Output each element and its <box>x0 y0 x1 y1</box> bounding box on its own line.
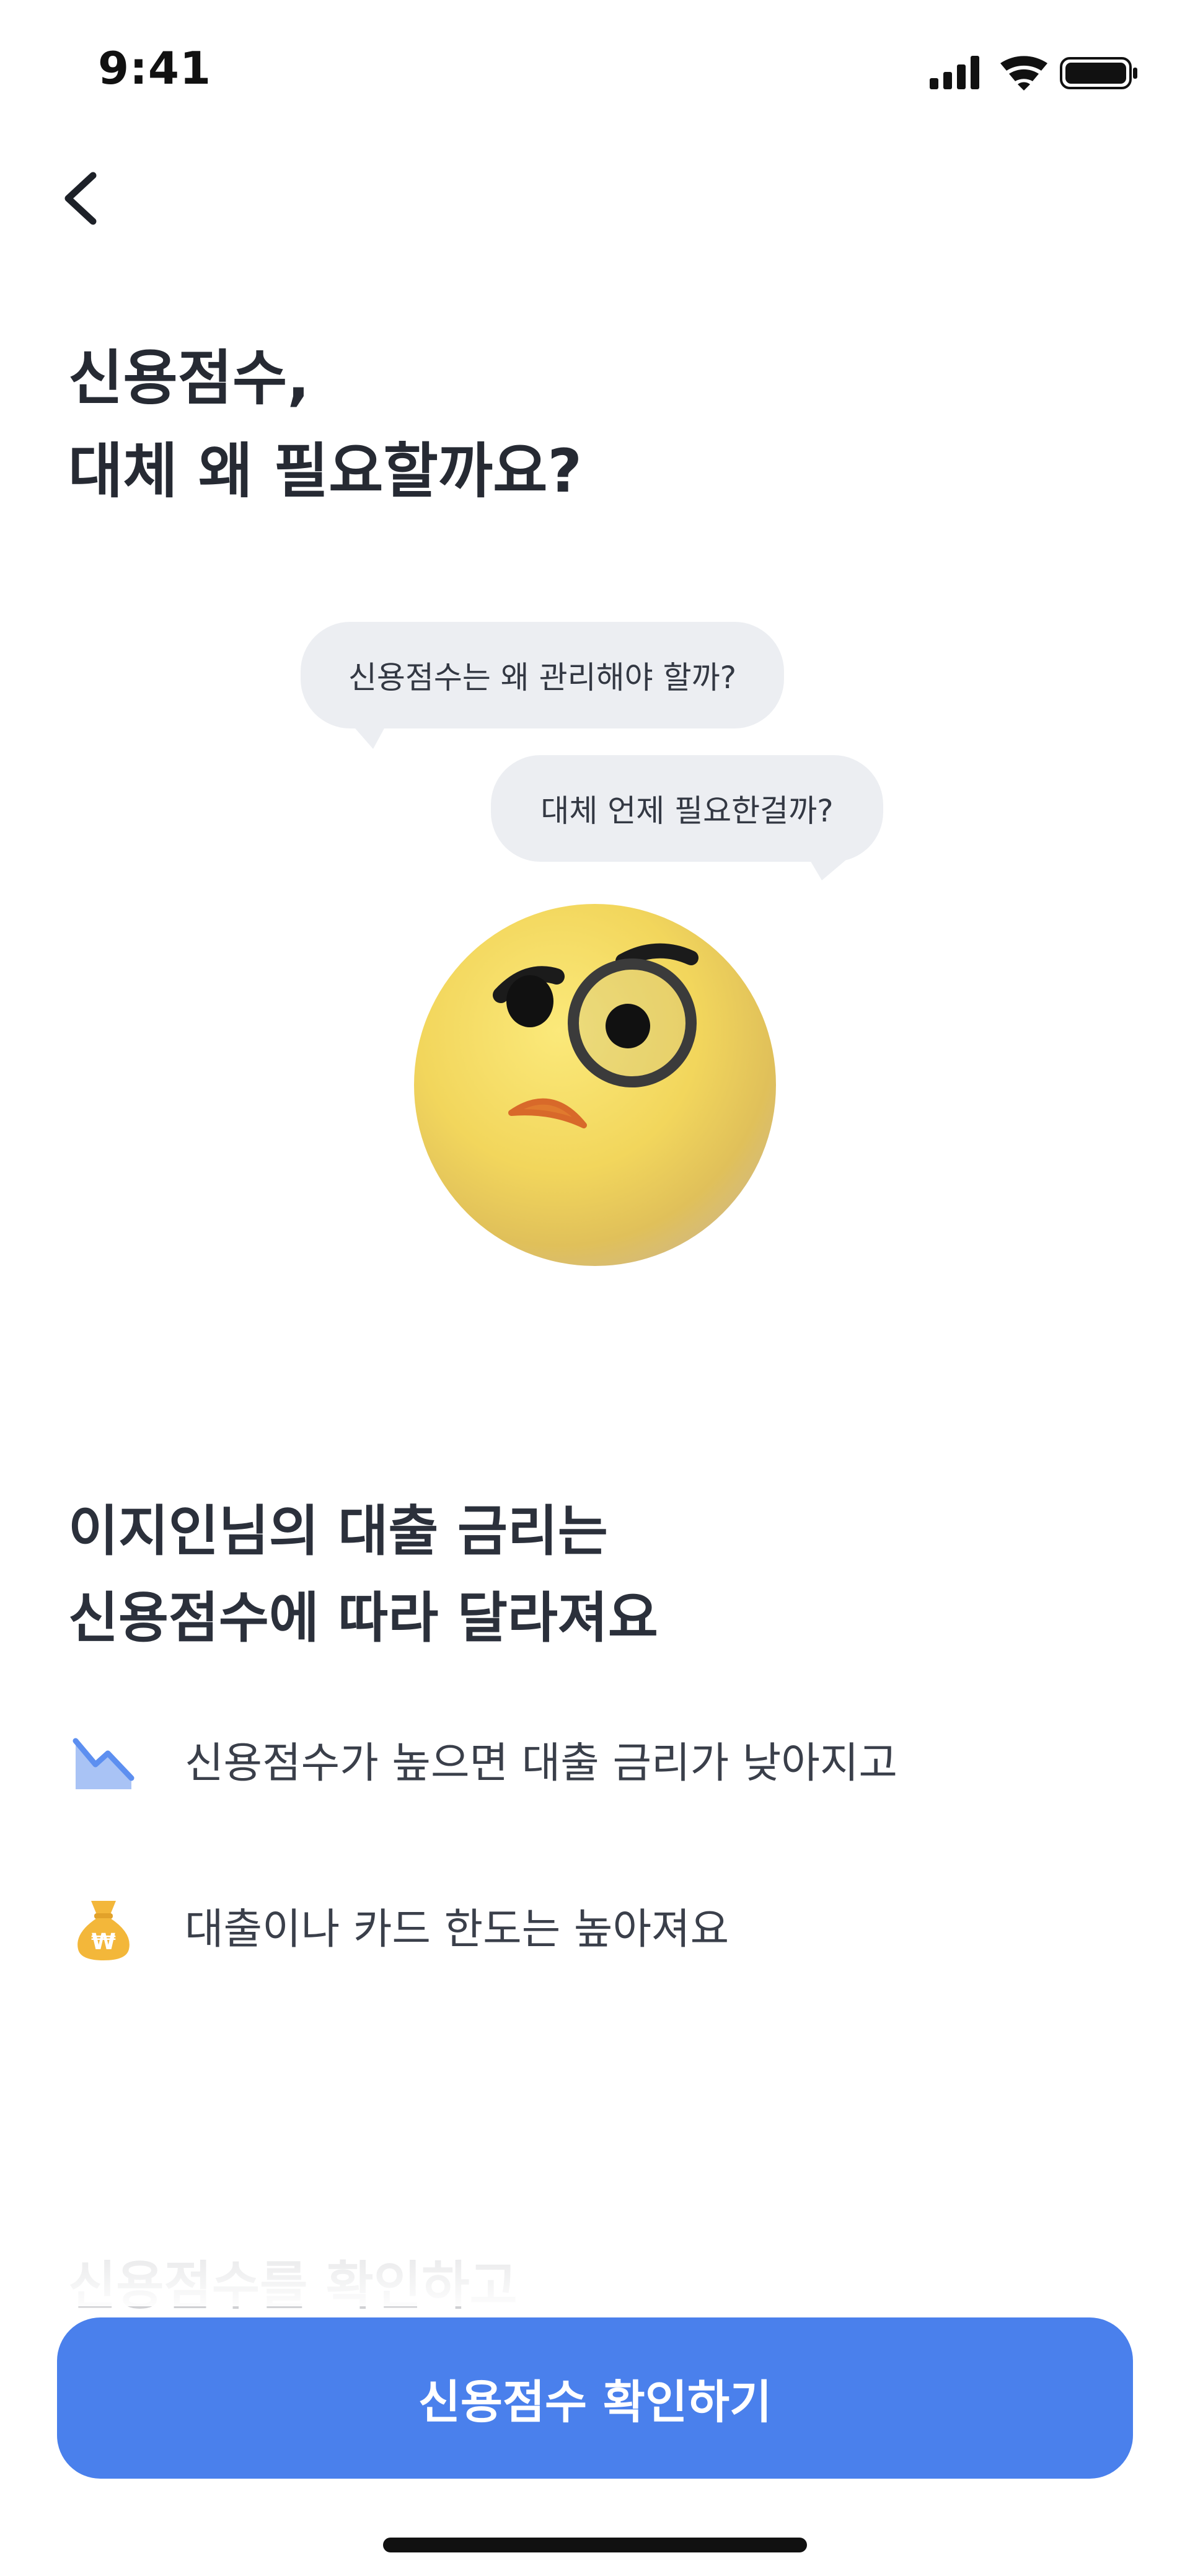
feature-text-2: 대출이나 카드 한도는 높아져요 <box>185 1905 729 1954</box>
section-title: 이지인님의 대출 금리는 신용점수에 따라 달라져요 <box>68 1488 1122 1662</box>
speech-bubble-2: 대체 언제 필요한걸까? <box>491 755 883 862</box>
chart-down-icon <box>69 1728 138 1797</box>
section-title-line-2: 신용점수에 따라 달라져요 <box>68 1586 658 1650</box>
page-title-line-1: 신용점수, <box>68 343 310 413</box>
svg-text:₩: ₩ <box>91 1929 116 1955</box>
wifi-icon <box>1000 56 1047 91</box>
section-title-line-1: 이지인님의 대출 금리는 <box>68 1499 608 1563</box>
monocle-face-icon <box>409 899 781 1271</box>
money-bag-icon: ₩ <box>69 1896 138 1964</box>
back-button[interactable] <box>55 164 110 232</box>
speech-bubble-1-tail <box>347 719 389 749</box>
page-title: 신용점수, 대체 왜 필요할까요? <box>68 332 1060 518</box>
feature-text-1: 신용점수가 높으면 대출 금리가 낮아지고 <box>185 1739 897 1788</box>
speech-bubble-1: 신용점수는 왜 관리해야 할까? <box>301 622 784 728</box>
check-credit-score-button[interactable]: 신용점수 확인하기 <box>57 2317 1133 2479</box>
battery-icon <box>1060 57 1137 89</box>
status-icons <box>930 50 1140 93</box>
home-indicator <box>383 2538 807 2552</box>
status-time: 9:41 <box>98 42 212 94</box>
page-title-line-2: 대체 왜 필요할까요? <box>68 436 583 506</box>
fade-overlay <box>0 2207 1190 2306</box>
speech-bubble-2-tail <box>806 853 854 880</box>
chevron-left-icon <box>64 172 97 225</box>
cellular-signal-icon <box>930 56 979 89</box>
